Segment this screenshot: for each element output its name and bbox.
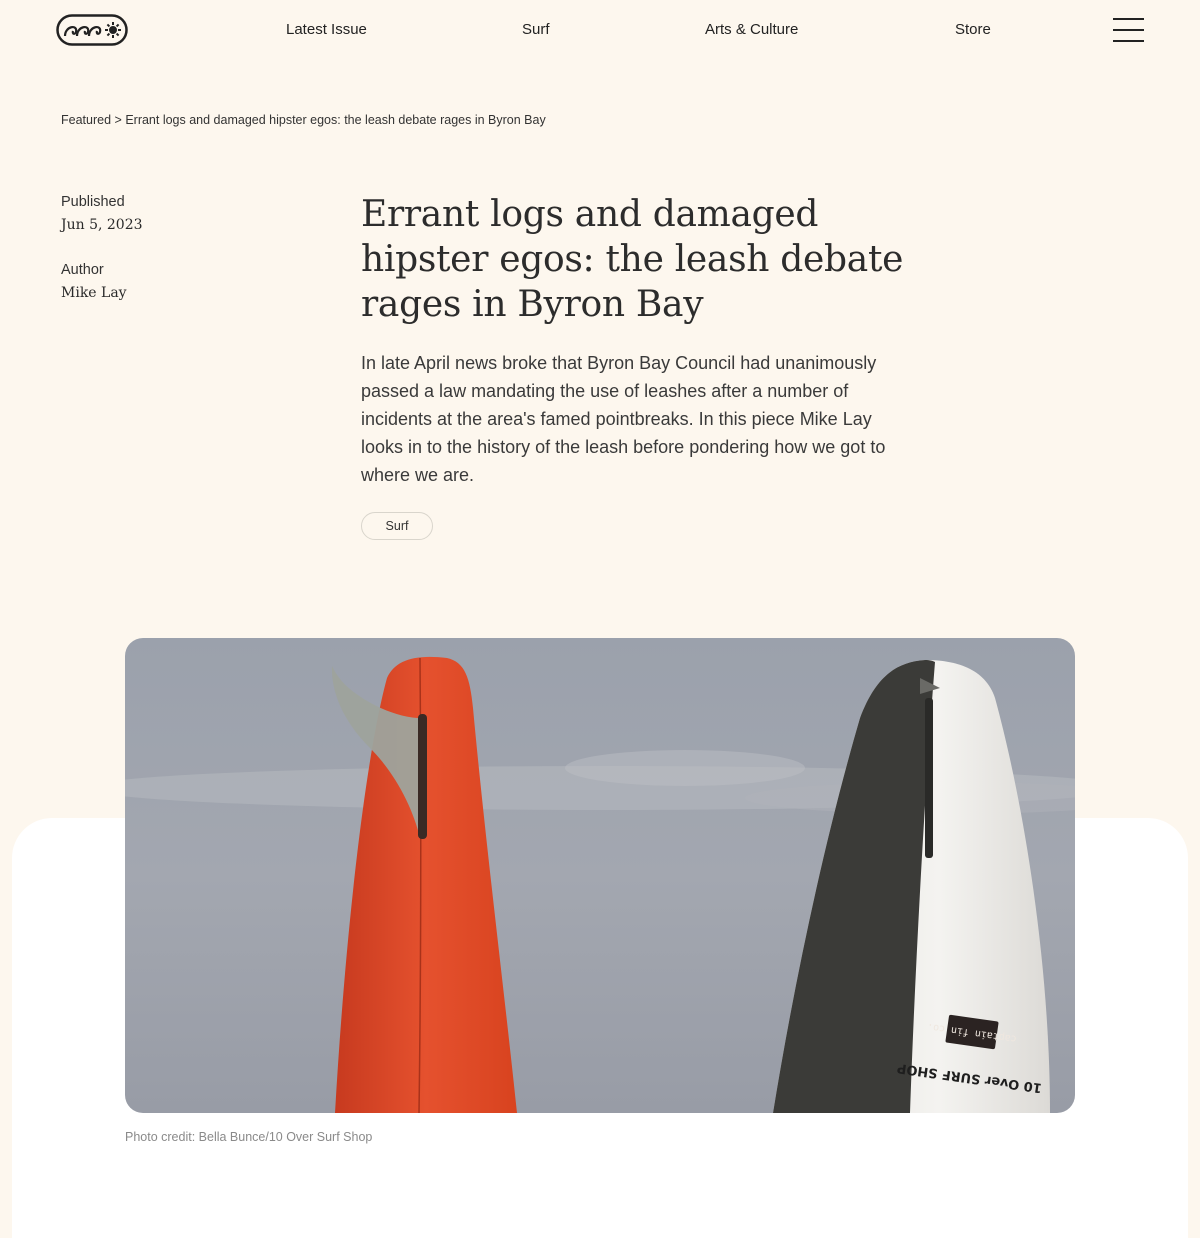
article-title: Errant logs and damaged hipster egos: th… <box>361 194 904 325</box>
breadcrumb-featured[interactable]: Featured <box>61 113 111 127</box>
nav-latest-issue[interactable]: Latest Issue <box>286 20 367 40</box>
breadcrumb: Featured > Errant logs and damaged hipst… <box>61 112 546 128</box>
nav-surf[interactable]: Surf <box>522 20 550 40</box>
hero-image: captain fin co. 10 Over SURF SHOP <box>125 638 1075 1113</box>
photo-credit: Photo credit: Bella Bunce/10 Over Surf S… <box>125 1130 373 1144</box>
published-date: Jun 5, 2023 <box>61 217 143 233</box>
nav-arts-culture[interactable]: Arts & Culture <box>705 20 798 40</box>
site-header: Latest Issue Surf Arts & Culture Store <box>0 0 1200 60</box>
logo[interactable] <box>56 14 128 46</box>
breadcrumb-current: Errant logs and damaged hipster egos: th… <box>125 113 546 127</box>
author-label: Author <box>61 262 104 278</box>
hamburger-menu-icon[interactable] <box>1113 17 1145 43</box>
published-label: Published <box>61 194 125 210</box>
nav-store[interactable]: Store <box>955 20 991 40</box>
author-name[interactable]: Mike Lay <box>61 284 127 302</box>
article-summary: In late April news broke that Byron Bay … <box>361 353 886 485</box>
tag-surf[interactable]: Surf <box>361 512 433 540</box>
breadcrumb-separator: > <box>114 113 122 127</box>
